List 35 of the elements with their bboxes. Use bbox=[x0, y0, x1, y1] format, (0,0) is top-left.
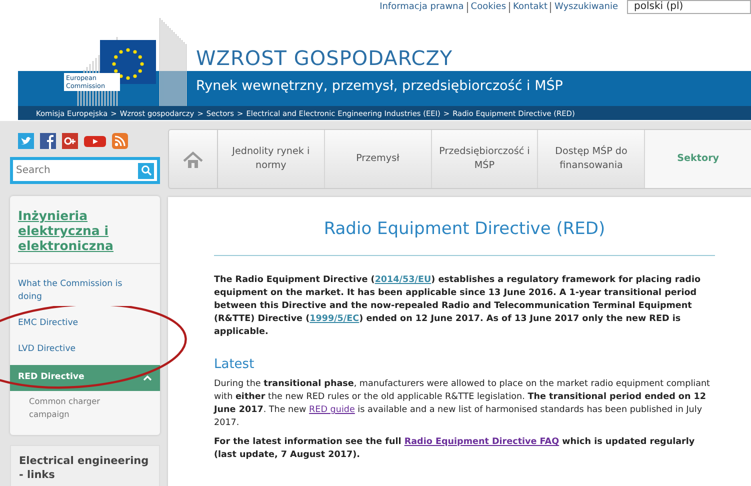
nav-tab[interactable]: Przemysł bbox=[324, 130, 432, 188]
site-title: WZROST GOSPODARCZY bbox=[196, 46, 453, 70]
google-plus-icon bbox=[62, 133, 78, 149]
page-title: Radio Equipment Directive (RED) bbox=[214, 219, 715, 256]
sidebar-subitem[interactable]: Common charger campaign bbox=[10, 391, 160, 425]
search-box[interactable]: Search bbox=[10, 157, 160, 184]
twitter-icon bbox=[18, 133, 34, 149]
paragraph: During the transitional phase, manufacturers were allowed to place on the market radio equipment compliant with either the new RED rules or the old applicable R&TTE legislation. The transitional period ended on 12 June 2017. The new RED guide is available and a new list of harmonised standards has been published in July 2017. bbox=[214, 378, 711, 430]
top-link[interactable]: Cookies bbox=[468, 2, 510, 12]
nav-tab[interactable]: Jednolity rynek i normy bbox=[218, 130, 325, 188]
caret-icon bbox=[143, 374, 152, 380]
links-box-title: Electrical engineering - links bbox=[10, 445, 160, 486]
search-icon bbox=[140, 165, 152, 176]
site-subtitle: Rynek wewnętrzny, przemysł, przedsiębiorczość i MŚP bbox=[196, 78, 563, 94]
language-select[interactable]: polski (pl) bbox=[627, 0, 751, 14]
link[interactable]: 1999/5/EC bbox=[310, 314, 360, 324]
paragraph: The Radio Equipment Directive (2014/53/EU) establishes a regulatory framework for placing radio equipment on the market. It has been applicable since 13 June 2016. A 1-year transitional period between this Directive and the now-repealed Radio and Telecommunication Terminal Equipment (R&TTE) Directive (1999/5/EC) ended on 12 June 2017. As of 13 June 2017 only the new RED is applicable. bbox=[214, 274, 702, 339]
sidebar-item[interactable]: RED Directive bbox=[10, 365, 160, 391]
nav-tab[interactable]: Przedsiębiorczość i MŚP bbox=[432, 130, 538, 188]
link[interactable]: 2014/53/EU bbox=[374, 275, 432, 285]
sidebar-item[interactable]: What the Commission is doing bbox=[10, 272, 160, 311]
facebook-icon bbox=[40, 133, 56, 149]
video-icon bbox=[84, 133, 106, 149]
rss-icon bbox=[112, 133, 128, 149]
top-link[interactable]: Wyszukiwanie bbox=[551, 2, 621, 12]
sidebar-item[interactable]: LVD Directive bbox=[10, 337, 160, 363]
search-button[interactable] bbox=[138, 162, 154, 178]
link[interactable]: RED guide bbox=[309, 405, 355, 415]
home-icon bbox=[182, 150, 204, 168]
section-heading: Latest bbox=[214, 357, 256, 372]
top-link[interactable]: Informacja prawna bbox=[376, 2, 468, 12]
link[interactable]: Radio Equipment Directive FAQ bbox=[404, 437, 560, 447]
paragraph: For the latest information see the full Radio Equipment Directive FAQ which is updated regularly (last update, 7 August 2017). bbox=[214, 436, 696, 462]
sidebar-item[interactable]: EMC Directive bbox=[10, 311, 160, 337]
top-link[interactable]: Kontakt bbox=[510, 2, 552, 12]
